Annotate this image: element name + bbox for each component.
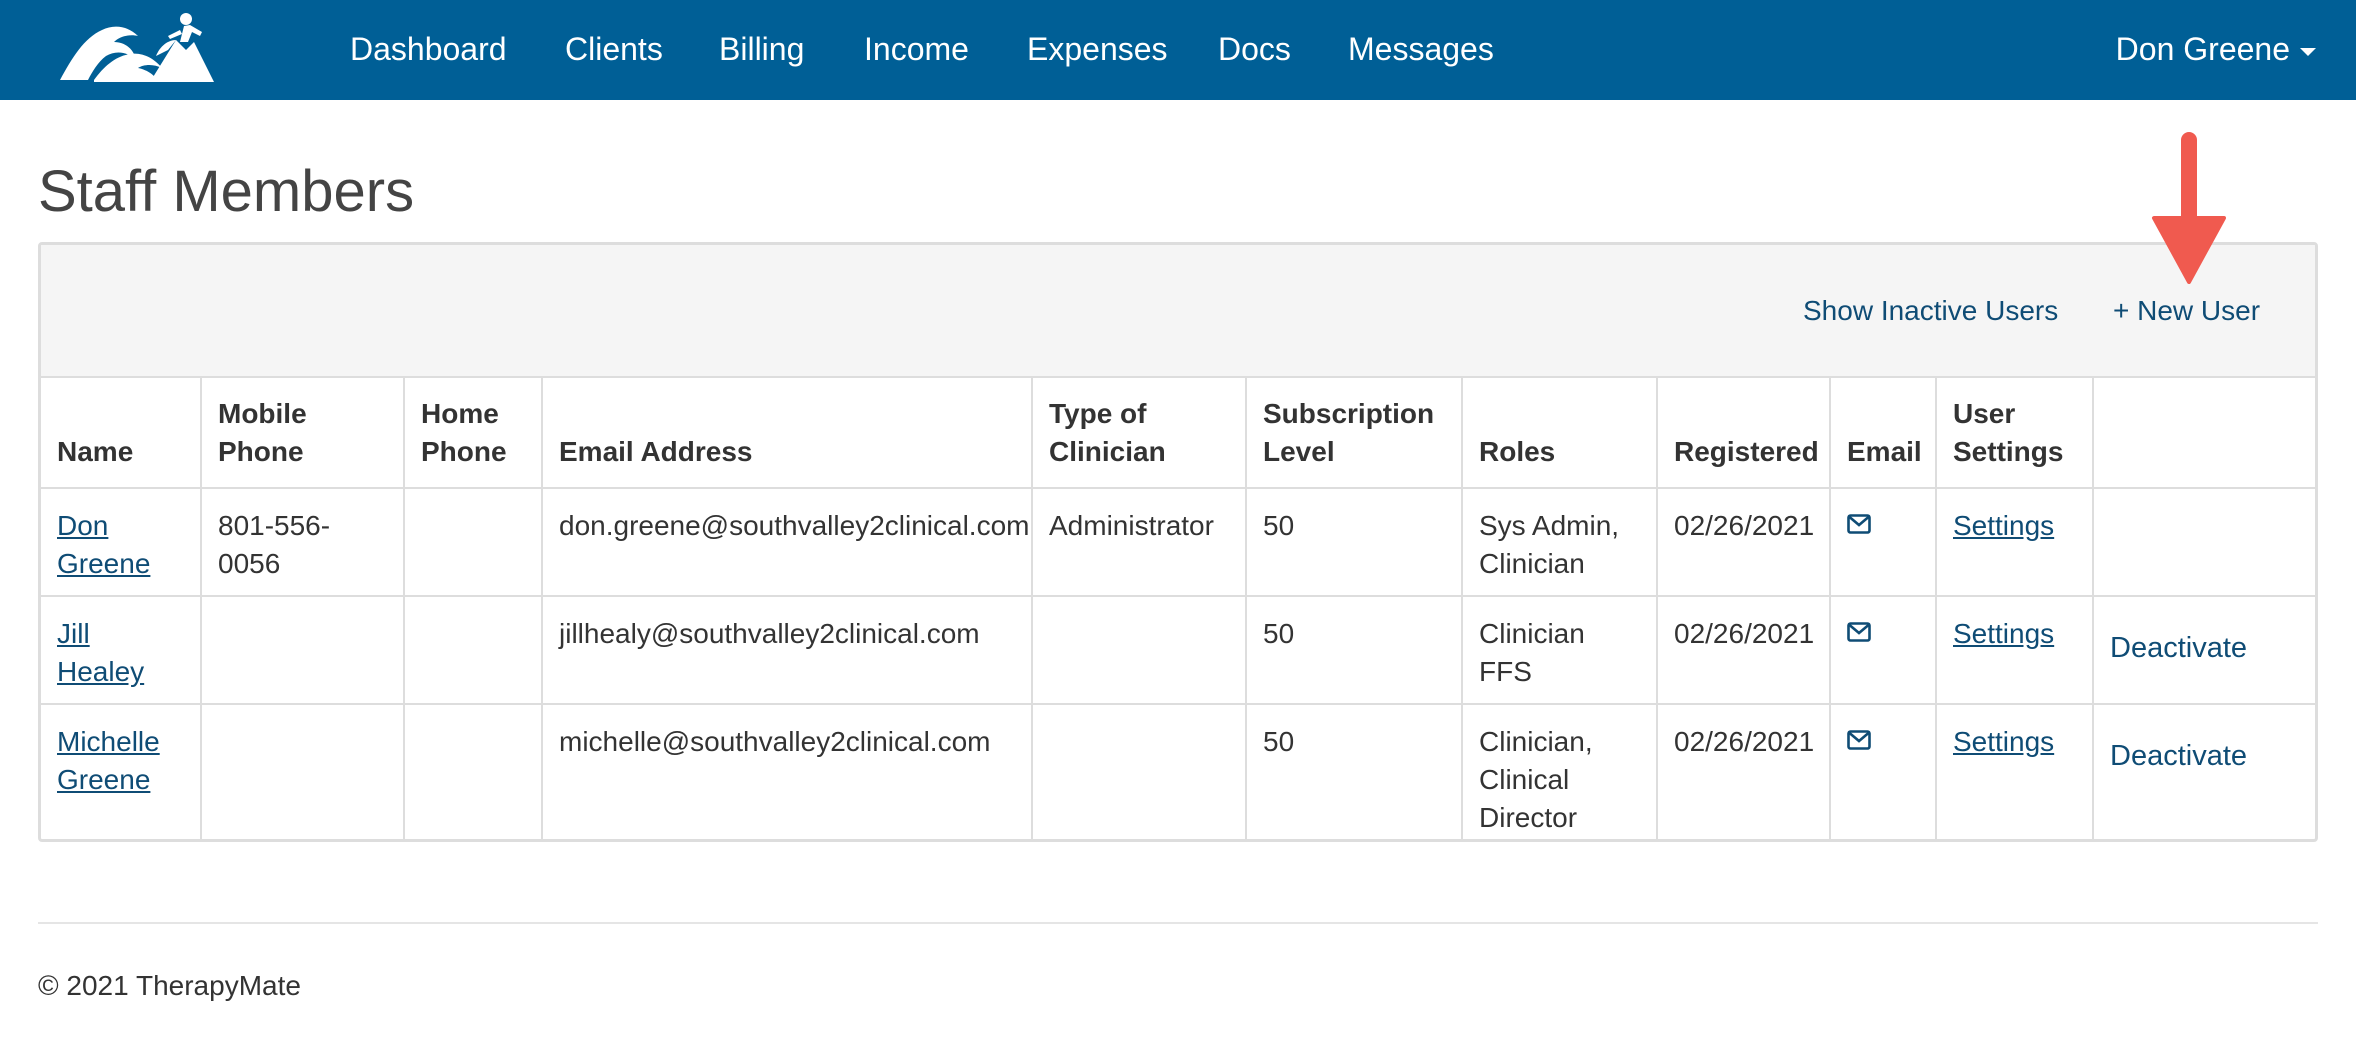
cell-email [1829, 703, 1937, 839]
cell-mobile-phone [200, 703, 405, 839]
cell-mobile-phone [200, 595, 405, 705]
footer-copyright: © 2021 TherapyMate [38, 970, 301, 1001]
page-title: Staff Members [38, 159, 415, 224]
cell-mobile-phone: 801-556-0056 [200, 487, 405, 597]
nav-clients[interactable]: Clients [565, 0, 663, 100]
settings-link[interactable]: Settings [1953, 510, 2054, 541]
col-header-mobile-phone[interactable]: Mobile Phone [200, 378, 405, 489]
cell-action: Deactivate [2092, 703, 2315, 839]
cell-action [2092, 487, 2315, 597]
deactivate-button[interactable]: Deactivate [2110, 629, 2247, 667]
col-header-email-address[interactable]: Email Address [541, 378, 1033, 489]
nav-dashboard[interactable]: Dashboard [350, 0, 507, 100]
cell-user-settings: Settings [1935, 703, 2094, 839]
cell-user-settings: Settings [1935, 595, 2094, 705]
panel-header: Show Inactive Users + New User [41, 245, 2315, 378]
table-row: Michelle Greene michelle@southvalley2clin… [41, 703, 2315, 839]
col-header-user-settings[interactable]: User Settings [1935, 378, 2094, 489]
nav-expenses[interactable]: Expenses [1027, 0, 1168, 100]
cell-email-address: michelle@southvalley2clinical.com [541, 703, 1033, 839]
cell-registered: 02/26/2021 [1656, 487, 1831, 597]
staff-name-link[interactable]: Don Greene [57, 510, 150, 579]
col-header-email[interactable]: Email [1829, 378, 1937, 489]
col-header-roles[interactable]: Roles [1461, 378, 1658, 489]
cell-subscription-level: 50 [1245, 703, 1463, 839]
cell-roles: Sys Admin, Clinician [1461, 487, 1658, 597]
cell-user-settings: Settings [1935, 487, 2094, 597]
footer-divider [38, 922, 2318, 924]
cell-name: Don Greene [41, 487, 202, 597]
top-navbar: Dashboard Clients Billing Income Expense… [0, 0, 2356, 100]
envelope-icon[interactable] [1847, 621, 1871, 643]
mountain-climber-logo-icon[interactable] [58, 10, 216, 85]
cell-registered: 02/26/2021 [1656, 703, 1831, 839]
cell-home-phone [403, 595, 543, 705]
cell-clinician-type [1031, 703, 1247, 839]
table-row: Don Greene 801-556-0056 don.greene@southv… [41, 487, 2315, 597]
envelope-icon[interactable] [1847, 513, 1871, 535]
cell-email [1829, 595, 1937, 705]
settings-link[interactable]: Settings [1953, 726, 2054, 757]
nav-billing[interactable]: Billing [719, 0, 804, 100]
nav-messages[interactable]: Messages [1348, 0, 1494, 100]
user-menu-dropdown[interactable]: Don Greene [2116, 0, 2316, 100]
cell-roles: Clinician, Clinical Director [1461, 703, 1658, 839]
table-row: Jill Healey jillhealy@southvalley2clinic… [41, 595, 2315, 705]
staff-table: Name Mobile Phone Home Phone Email Address… [41, 378, 2315, 839]
cell-name: Jill Healey [41, 595, 202, 705]
show-inactive-users-link[interactable]: Show Inactive Users [1803, 295, 2058, 327]
cell-email [1829, 487, 1937, 597]
new-user-link[interactable]: + New User [2113, 295, 2260, 327]
cell-roles: Clinician FFS [1461, 595, 1658, 705]
cell-name: Michelle Greene [41, 703, 202, 839]
cell-home-phone [403, 703, 543, 839]
cell-subscription-level: 50 [1245, 595, 1463, 705]
staff-panel: Show Inactive Users + New User Name Mobi… [38, 242, 2318, 842]
nav-docs[interactable]: Docs [1218, 0, 1291, 100]
cell-email-address: don.greene@southvalley2clinical.com [541, 487, 1033, 597]
col-header-home-phone[interactable]: Home Phone [403, 378, 543, 489]
deactivate-button[interactable]: Deactivate [2110, 737, 2247, 775]
cell-subscription-level: 50 [1245, 487, 1463, 597]
caret-down-icon [2300, 47, 2316, 56]
col-header-actions [2092, 378, 2315, 489]
cell-registered: 02/26/2021 [1656, 595, 1831, 705]
col-header-type-of-clinician[interactable]: Type of Clinician [1031, 378, 1247, 489]
cell-email-address: jillhealy@southvalley2clinical.com [541, 595, 1033, 705]
nav-income[interactable]: Income [864, 0, 969, 100]
cell-clinician-type: Administrator [1031, 487, 1247, 597]
table-header-row: Name Mobile Phone Home Phone Email Address… [41, 378, 2315, 489]
user-name: Don Greene [2115, 31, 2290, 67]
staff-name-link[interactable]: Michelle Greene [57, 726, 160, 795]
cell-home-phone [403, 487, 543, 597]
staff-name-link[interactable]: Jill Healey [57, 618, 144, 687]
envelope-icon[interactable] [1847, 729, 1871, 751]
col-header-registered[interactable]: Registered [1656, 378, 1831, 489]
col-header-name[interactable]: Name [41, 378, 202, 489]
annotation-arrow-icon [2152, 132, 2226, 284]
cell-clinician-type [1031, 595, 1247, 705]
col-header-subscription-level[interactable]: Subscription Level [1245, 378, 1463, 489]
settings-link[interactable]: Settings [1953, 618, 2054, 649]
cell-action: Deactivate [2092, 595, 2315, 705]
